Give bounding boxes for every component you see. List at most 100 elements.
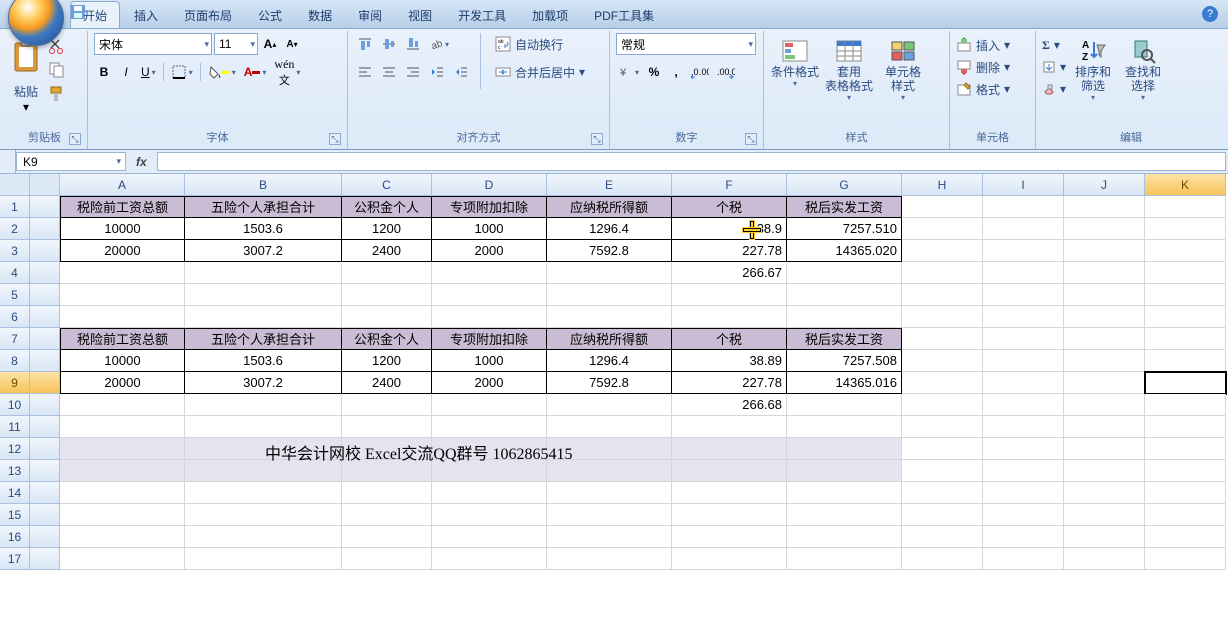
cell-C11[interactable] <box>342 416 432 438</box>
cell-F12[interactable] <box>672 438 787 460</box>
bold-button[interactable]: B <box>94 61 114 83</box>
col-head-D[interactable]: D <box>432 174 547 196</box>
cell-J14[interactable] <box>1064 482 1145 504</box>
cell-H16[interactable] <box>902 526 983 548</box>
cell-I6[interactable] <box>983 306 1064 328</box>
row-split-handle[interactable] <box>0 150 16 173</box>
font-dialog-launcher[interactable]: ⤡ <box>329 133 341 145</box>
copy-icon[interactable] <box>48 61 66 79</box>
cell-A13[interactable] <box>60 460 185 482</box>
sort-filter-button[interactable]: AZ 排序和 筛选▾ <box>1070 33 1116 102</box>
cell-G11[interactable] <box>787 416 902 438</box>
col-head-J[interactable]: J <box>1064 174 1145 196</box>
cell-F7[interactable]: 个税 <box>672 328 787 350</box>
cell-D15[interactable] <box>432 504 547 526</box>
row-head-9[interactable]: 9 <box>0 372 30 394</box>
cell-K3[interactable] <box>1145 240 1226 262</box>
cell-F13[interactable] <box>672 460 787 482</box>
row-head-14[interactable]: 14 <box>0 482 30 504</box>
format-painter-icon[interactable] <box>48 85 66 103</box>
format-cells-button[interactable]: 格式▾ <box>956 79 1010 99</box>
cell-J8[interactable] <box>1064 350 1145 372</box>
cell-D16[interactable] <box>432 526 547 548</box>
cell-E11[interactable] <box>547 416 672 438</box>
cell-C4[interactable] <box>342 262 432 284</box>
cell-F8[interactable]: 38.89 <box>672 350 787 372</box>
cell-D11[interactable] <box>432 416 547 438</box>
cell-E10[interactable] <box>547 394 672 416</box>
cell-D8[interactable]: 1000 <box>432 350 547 372</box>
cell-E8[interactable]: 1296.4 <box>547 350 672 372</box>
row-head-11[interactable]: 11 <box>0 416 30 438</box>
cell-D5[interactable] <box>432 284 547 306</box>
cell-B5[interactable] <box>185 284 342 306</box>
col-head-C[interactable]: C <box>342 174 432 196</box>
help-icon[interactable]: ? <box>1202 6 1218 22</box>
formula-input[interactable] <box>157 152 1226 171</box>
cell-G7[interactable]: 税后实发工资 <box>787 328 902 350</box>
cell-K7[interactable] <box>1145 328 1226 350</box>
cell-F15[interactable] <box>672 504 787 526</box>
tab-PDF工具集[interactable]: PDF工具集 <box>582 2 666 28</box>
row-head-2[interactable]: 2 <box>0 218 30 240</box>
cell-E4[interactable] <box>547 262 672 284</box>
cell-H4[interactable] <box>902 262 983 284</box>
cell-D3[interactable]: 2000 <box>432 240 547 262</box>
cell-G15[interactable] <box>787 504 902 526</box>
cell-A7[interactable]: 税险前工资总额 <box>60 328 185 350</box>
cell-K1[interactable] <box>1145 196 1226 218</box>
cell-G9[interactable]: 14365.016 <box>787 372 902 394</box>
tab-开发工具[interactable]: 开发工具 <box>446 2 518 28</box>
cell-J13[interactable] <box>1064 460 1145 482</box>
cell-H3[interactable] <box>902 240 983 262</box>
cell-B11[interactable] <box>185 416 342 438</box>
col-head-E[interactable]: E <box>547 174 672 196</box>
number-format-combo[interactable]: 常规▾ <box>616 33 756 55</box>
wrap-text-button[interactable]: abc自动换行 <box>489 33 591 55</box>
cell-B4[interactable] <box>185 262 342 284</box>
cell-C2[interactable]: 1200 <box>342 218 432 240</box>
cell-K16[interactable] <box>1145 526 1226 548</box>
cell-K8[interactable] <box>1145 350 1226 372</box>
autosum-button[interactable]: Σ▾ <box>1042 35 1066 55</box>
cell-H11[interactable] <box>902 416 983 438</box>
comma-button[interactable]: , <box>666 61 686 83</box>
row-head-7[interactable]: 7 <box>0 328 30 350</box>
col-head-K[interactable]: K <box>1145 174 1226 196</box>
cell-E17[interactable] <box>547 548 672 570</box>
cell-G6[interactable] <box>787 306 902 328</box>
col-head-B[interactable]: B <box>185 174 342 196</box>
cell-A11[interactable] <box>60 416 185 438</box>
fx-icon[interactable]: fx <box>136 155 147 169</box>
cell-I9[interactable] <box>983 372 1064 394</box>
underline-button[interactable]: U▾ <box>138 61 159 83</box>
cell-B10[interactable] <box>185 394 342 416</box>
cell-J1[interactable] <box>1064 196 1145 218</box>
cell-C5[interactable] <box>342 284 432 306</box>
merge-center-button[interactable]: 合并后居中▾ <box>489 61 591 83</box>
font-size-combo[interactable]: 11▾ <box>214 33 258 55</box>
cell-B6[interactable] <box>185 306 342 328</box>
cell-K4[interactable] <box>1145 262 1226 284</box>
cell-I8[interactable] <box>983 350 1064 372</box>
cell-C3[interactable]: 2400 <box>342 240 432 262</box>
cell-F9[interactable]: 227.78 <box>672 372 787 394</box>
cell-I16[interactable] <box>983 526 1064 548</box>
italic-button[interactable]: I <box>116 61 136 83</box>
cell-F5[interactable] <box>672 284 787 306</box>
cell-E5[interactable] <box>547 284 672 306</box>
fill-button[interactable]: ▾ <box>1042 57 1066 77</box>
cell-C16[interactable] <box>342 526 432 548</box>
accounting-format-button[interactable]: ¥▾ <box>616 61 642 83</box>
conditional-format-button[interactable]: 条件格式▾ <box>770 33 820 88</box>
cell-styles-button[interactable]: 单元格 样式▾ <box>878 33 928 102</box>
cell-I17[interactable] <box>983 548 1064 570</box>
cell-G3[interactable]: 14365.020 <box>787 240 902 262</box>
cell-F17[interactable] <box>672 548 787 570</box>
alignment-dialog-launcher[interactable]: ⤡ <box>591 133 603 145</box>
percent-button[interactable]: % <box>644 61 664 83</box>
cell-D14[interactable] <box>432 482 547 504</box>
cell-K9[interactable] <box>1145 372 1226 394</box>
cell-D17[interactable] <box>432 548 547 570</box>
orientation-button[interactable]: ab▾ <box>426 33 452 55</box>
